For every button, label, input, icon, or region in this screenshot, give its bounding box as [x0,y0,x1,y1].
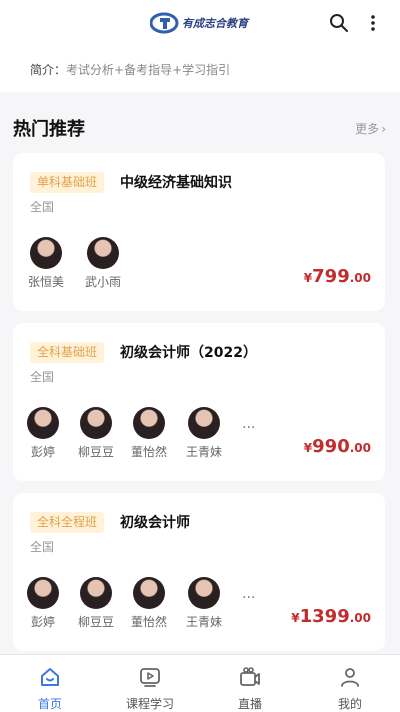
course-card[interactable]: 全科全程班 初级会计师 全国 彭婷 柳豆豆 董怡然 王青妹 ··· ¥1399.… [13,493,385,651]
teacher-name: 武小雨 [84,275,121,289]
intro-label: 简介： [30,63,67,77]
more-teachers-icon[interactable]: ··· [242,420,255,436]
course-tag: 单科基础班 [30,172,105,193]
course-tag: 全科基础班 [30,342,105,363]
avatar [80,577,112,609]
course-tag: 全科全程班 [30,512,105,533]
course-card[interactable]: 全科基础班 初级会计师（2022） 全国 彭婷 柳豆豆 董怡然 王青妹 ··· … [13,323,385,481]
more-label: 更多 [355,122,380,136]
course-scope: 全国 [30,370,55,384]
course-title: 中级经济基础知识 [120,175,232,191]
teacher-name: 董怡然 [130,445,167,459]
avatar [188,577,220,609]
course-title: 初级会计师（2022） [120,345,257,361]
price-value: 990 [312,436,350,457]
intro-bar: 简介：考试分析+备考指导+学习指引 [0,50,400,92]
teacher-item[interactable]: 董怡然 [124,407,174,460]
teacher-item[interactable]: 董怡然 [124,577,174,630]
price-value: 799 [312,266,350,287]
course-price: ¥1399.00 [291,606,371,627]
price-decimal: .00 [349,441,371,455]
more-icon[interactable] [362,12,384,34]
nav-label: 直播 [237,697,262,711]
teacher-item[interactable]: 王青妹 [179,407,229,460]
teacher-name: 董怡然 [130,615,167,629]
teacher-name: 王青妹 [185,445,222,459]
avatar [27,407,59,439]
chevron-right-icon: › [381,122,386,136]
nav-item-profile[interactable]: 我的 [310,665,390,712]
hot-recommend-section: 热门推荐 更多 › 单科基础班 中级经济基础知识 全国 张恒美 武小雨 ¥799.… [0,92,400,712]
video-icon [140,668,160,687]
teacher-item[interactable]: 武小雨 [78,237,128,290]
nav-label: 我的 [337,697,362,711]
live-icon [240,667,260,686]
price-value: 1399 [299,606,350,627]
avatar [27,577,59,609]
price-symbol: ¥ [291,611,300,625]
course-title: 初级会计师 [120,515,190,531]
brand-logo: 有成志合教育 [150,9,252,37]
course-price: ¥990.00 [304,436,371,457]
teacher-name: 王青妹 [185,615,222,629]
intro-value: 考试分析+备考指导+学习指引 [66,63,231,77]
price-symbol: ¥ [303,441,313,455]
section-header: 热门推荐 更多 › [13,115,388,141]
home-icon [41,668,59,686]
course-scope: 全国 [30,200,55,214]
avatar [80,407,112,439]
course-card[interactable]: 单科基础班 中级经济基础知识 全国 张恒美 武小雨 ¥799.00 [13,153,385,311]
search-icon[interactable] [328,12,350,34]
nav-item-courses[interactable]: 课程学习 [110,665,190,712]
teacher-item[interactable]: 彭婷 [18,577,68,630]
teacher-item[interactable]: 柳豆豆 [71,577,121,630]
nav-label: 首页 [37,697,62,711]
teacher-item[interactable]: 张恒美 [21,237,71,290]
more-teachers-icon[interactable]: ··· [242,590,255,606]
nav-item-live[interactable]: 直播 [210,665,290,712]
nav-label: 课程学习 [125,697,174,711]
avatar [133,577,165,609]
price-decimal: .00 [349,611,371,625]
teacher-item[interactable]: 柳豆豆 [71,407,121,460]
course-price: ¥799.00 [304,266,371,287]
teacher-item[interactable]: 彭婷 [18,407,68,460]
teacher-name: 柳豆豆 [77,445,114,459]
teacher-item[interactable]: 王青妹 [179,577,229,630]
avatar [133,407,165,439]
avatar [87,237,119,269]
bottom-nav: 首页 课程学习 直播 我的 [0,654,400,712]
teacher-name: 张恒美 [27,275,64,289]
logo-text: 有成志合教育 [182,17,248,30]
price-symbol: ¥ [303,271,313,285]
avatar [188,407,220,439]
app-header: 有成志合教育 [0,0,400,50]
teacher-name: 彭婷 [30,615,55,629]
profile-icon [341,668,359,687]
nav-item-home[interactable]: 首页 [10,665,90,712]
avatar [30,237,62,269]
teacher-name: 彭婷 [30,445,55,459]
more-link[interactable]: 更多 › [355,120,386,137]
section-title: 热门推荐 [13,119,85,140]
teacher-name: 柳豆豆 [77,615,114,629]
logo-icon [150,12,179,34]
price-decimal: .00 [349,271,371,285]
course-scope: 全国 [30,540,55,554]
